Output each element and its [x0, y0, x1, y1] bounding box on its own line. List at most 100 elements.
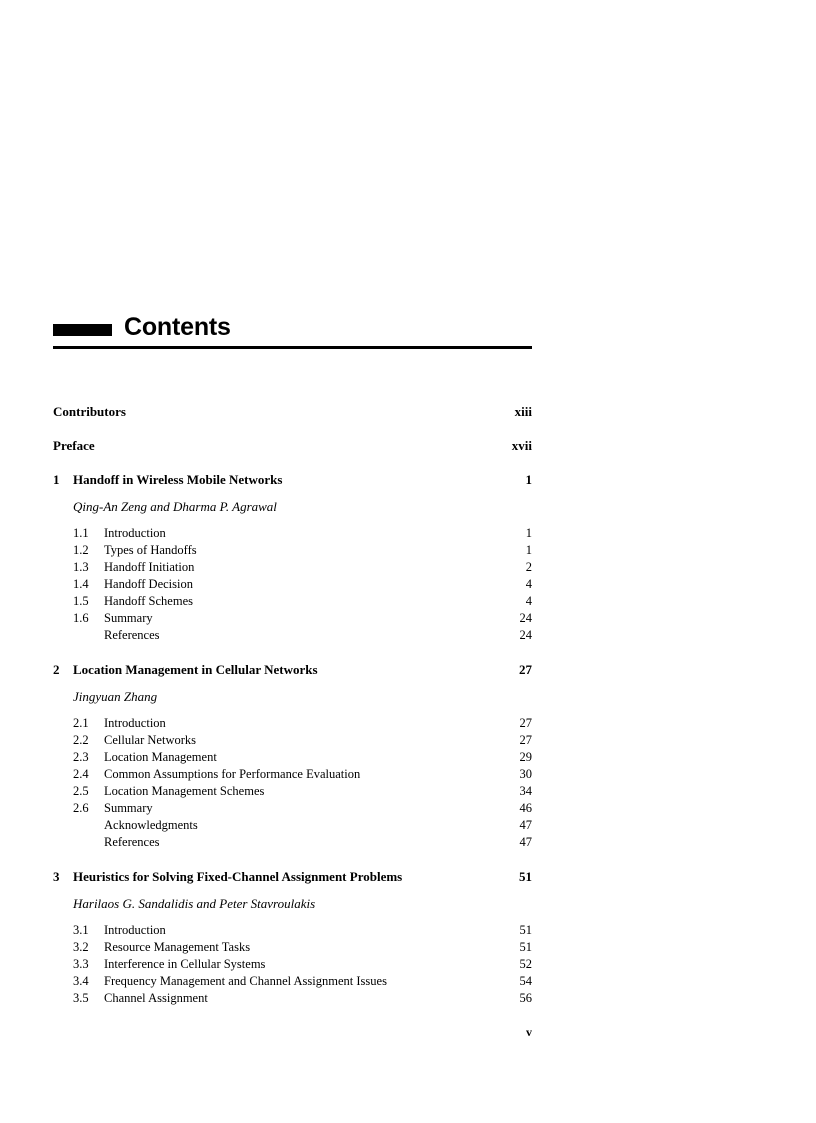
chapter-block: 3 Heuristics for Solving Fixed-Channel As…: [53, 869, 532, 1007]
section-entry[interactable]: 1.6 Summary 24: [53, 610, 532, 627]
front-matter-entry[interactable]: Contributors xiii: [53, 404, 532, 420]
page-title: Contents: [124, 313, 231, 341]
chapter-title: Location Management in Cellular Networks: [73, 662, 318, 677]
section-label: Types of Handoffs: [104, 543, 197, 557]
section-page-number: 4: [525, 594, 532, 608]
chapter-title: Handoff in Wireless Mobile Networks: [73, 472, 283, 487]
section-page-number: 24: [519, 611, 533, 625]
section-entry[interactable]: 1.4 Handoff Decision 4: [53, 576, 532, 593]
chapter-number: 1: [53, 472, 60, 487]
section-label: Introduction: [104, 716, 166, 730]
chapter-entry[interactable]: 2 Location Management in Cellular Network…: [53, 662, 532, 678]
section-label: Resource Management Tasks: [104, 940, 251, 954]
section-entry[interactable]: 1.2 Types of Handoffs 1: [53, 542, 532, 559]
chapter-title: Heuristics for Solving Fixed-Channel Ass…: [73, 869, 403, 884]
chapter-entry[interactable]: 3 Heuristics for Solving Fixed-Channel As…: [53, 869, 532, 885]
section-page-number: 46: [519, 801, 533, 815]
section-page-number: 34: [519, 784, 533, 798]
section-page-number: 51: [519, 923, 533, 937]
section-entry[interactable]: 2.2 Cellular Networks 27: [53, 732, 532, 749]
section-label: Interference in Cellular Systems: [104, 957, 266, 971]
chapter-block: 2 Location Management in Cellular Network…: [53, 662, 532, 851]
chapter-number: 2: [53, 662, 60, 677]
section-number: 1.4: [73, 577, 89, 591]
section-entry[interactable]: 3.5 Channel Assignment 56: [53, 990, 532, 1007]
section-list: 1.1 Introduction 1 1.2 Types of Handoffs 1 1.3…: [53, 525, 532, 644]
folio-page-number: v: [526, 1025, 532, 1039]
section-label: Location Management: [104, 750, 217, 764]
section-entry[interactable]: 3.4 Frequency Management and Channel Assi…: [53, 973, 532, 990]
chapter-number: 3: [53, 869, 60, 884]
section-number: 3.5: [73, 991, 89, 1005]
section-entry[interactable]: 2.3 Location Management 29: [53, 749, 532, 766]
section-entry[interactable]: 1.5 Handoff Schemes 4: [53, 593, 532, 610]
front-matter-page-number: xvii: [511, 438, 532, 453]
chapter-entry[interactable]: 1 Handoff in Wireless Mobile Networks 1: [53, 472, 532, 488]
section-label: Summary: [104, 801, 153, 815]
section-entry[interactable]: 2.5 Location Management Schemes 34: [53, 783, 532, 800]
section-label: References: [104, 835, 160, 849]
toc-page: Contents Contributors xiii Preface xvii 1 Ha…: [0, 0, 816, 1123]
front-matter-entry[interactable]: Preface xvii: [53, 438, 532, 454]
front-matter-list: Contributors xiii Preface xvii: [53, 404, 532, 454]
section-label: Location Management Schemes: [104, 784, 265, 798]
section-entry[interactable]: 3.2 Resource Management Tasks 51: [53, 939, 532, 956]
section-number: 1.6: [73, 611, 89, 625]
section-label: Handoff Decision: [104, 577, 193, 591]
section-entry[interactable]: References 24: [53, 627, 532, 644]
section-number: 2.6: [73, 801, 89, 815]
section-page-number: 47: [519, 818, 533, 832]
section-list: 3.1 Introduction 51 3.2 Resource Management …: [53, 922, 532, 1007]
chapter-block: 1 Handoff in Wireless Mobile Networks 1 Qin…: [53, 472, 532, 644]
section-page-number: 56: [519, 991, 533, 1005]
chapter-page-number: 1: [525, 472, 533, 487]
section-label: Cellular Networks: [104, 733, 196, 747]
masthead-divider: [53, 346, 532, 349]
section-page-number: 24: [519, 628, 533, 642]
section-label: Handoff Initiation: [104, 560, 195, 574]
chapter-authors: Jingyuan Zhang: [73, 689, 158, 704]
section-page-number: 1: [525, 526, 532, 540]
section-page-number: 29: [519, 750, 533, 764]
section-entry[interactable]: 2.4 Common Assumptions for Performance Ev…: [53, 766, 532, 783]
section-entry[interactable]: Acknowledgments 47: [53, 817, 532, 834]
section-label: Channel Assignment: [104, 991, 208, 1005]
section-entry[interactable]: 2.1 Introduction 27: [53, 715, 532, 732]
section-page-number: 47: [519, 835, 533, 849]
chapter-authors: Qing-An Zeng and Dharma P. Agrawal: [73, 499, 277, 514]
section-label: Acknowledgments: [104, 818, 198, 832]
front-matter-label: Preface: [53, 438, 95, 453]
chapter-list: 1 Handoff in Wireless Mobile Networks 1 Qin…: [53, 472, 532, 1007]
section-number: 2.3: [73, 750, 89, 764]
section-entry[interactable]: 1.1 Introduction 1: [53, 525, 532, 542]
section-number: 3.3: [73, 957, 89, 971]
section-page-number: 54: [519, 974, 533, 988]
section-label: Handoff Schemes: [104, 594, 193, 608]
section-page-number: 1: [525, 543, 532, 557]
section-entry[interactable]: 2.6 Summary 46: [53, 800, 532, 817]
section-label: Introduction: [104, 923, 166, 937]
section-label: Common Assumptions for Performance Evalu…: [104, 767, 361, 781]
masthead-row: Contents: [53, 310, 532, 340]
section-number: 2.2: [73, 733, 89, 747]
section-label: References: [104, 628, 160, 642]
section-entry[interactable]: 3.1 Introduction 51: [53, 922, 532, 939]
section-number: 2.1: [73, 716, 89, 730]
masthead-rule-block-icon: [53, 324, 112, 336]
chapter-page-number: 27: [519, 662, 532, 677]
section-page-number: 52: [519, 957, 533, 971]
section-number: 3.4: [73, 974, 89, 988]
section-list: 2.1 Introduction 27 2.2 Cellular Networks 27 2…: [53, 715, 532, 851]
section-entry[interactable]: 1.3 Handoff Initiation 2: [53, 559, 532, 576]
section-label: Summary: [104, 611, 153, 625]
section-number: 2.5: [73, 784, 89, 798]
section-label: Frequency Management and Channel Assignm…: [104, 974, 387, 988]
section-label: Introduction: [104, 526, 166, 540]
section-number: 1.1: [73, 526, 89, 540]
section-page-number: 27: [519, 716, 533, 730]
section-page-number: 27: [519, 733, 533, 747]
masthead: Contents: [53, 310, 532, 349]
section-entry[interactable]: References 47: [53, 834, 532, 851]
section-page-number: 51: [519, 940, 533, 954]
section-entry[interactable]: 3.3 Interference in Cellular Systems 52: [53, 956, 532, 973]
